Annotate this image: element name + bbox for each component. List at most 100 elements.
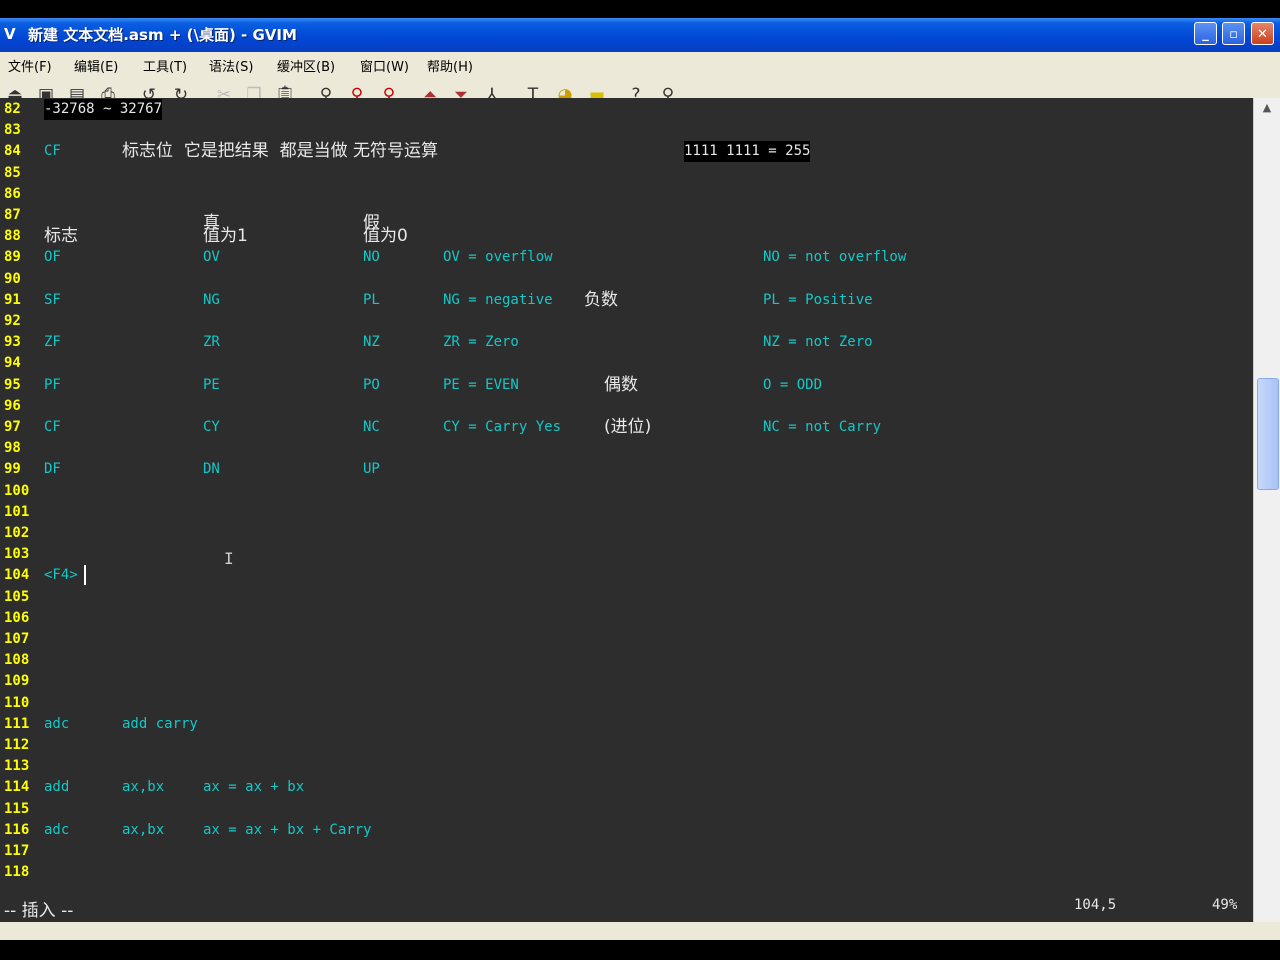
- editor-line[interactable]: 89 OF OV NO OV = overflow NO = not overflow: [0, 247, 1253, 268]
- code-text: ax = ax + bx: [203, 779, 305, 796]
- line-number: 92: [4, 313, 21, 329]
- line-number: 98: [4, 440, 21, 457]
- screen-top-band: [0, 0, 1280, 18]
- code-text: 偶数: [604, 374, 638, 395]
- editor-line[interactable]: 88 标志 值为1 值为0: [0, 226, 1253, 247]
- editor-line[interactable]: 98: [0, 438, 1253, 459]
- line-number: 95: [4, 376, 21, 393]
- editor-line[interactable]: 106: [0, 608, 1253, 629]
- editor-line[interactable]: 111 adc add carry: [0, 714, 1253, 735]
- line-number: 117: [4, 843, 30, 859]
- menu-buffers[interactable]: 缓冲区(B): [277, 56, 335, 75]
- editor-line[interactable]: 87 真假: [0, 205, 1253, 233]
- editor-line[interactable]: 108: [0, 650, 1253, 671]
- editor-line[interactable]: 115: [0, 799, 1253, 820]
- line-number: 116: [4, 821, 30, 838]
- editor-line[interactable]: 99 DF DN UP: [0, 459, 1253, 480]
- editor-line[interactable]: 101: [0, 502, 1253, 523]
- editor-line[interactable]: 113: [0, 756, 1253, 777]
- close-button[interactable]: ✕: [1251, 22, 1274, 45]
- status-line: -- 插入 -- 104,5 49%: [0, 891, 1253, 922]
- line-number: 97: [4, 419, 21, 435]
- maximize-button[interactable]: ▫: [1222, 22, 1245, 45]
- scroll-up-icon[interactable]: ▲: [1254, 98, 1280, 118]
- menu-edit[interactable]: 编辑(E): [74, 56, 118, 75]
- cursor-position: 104,5: [1074, 897, 1117, 913]
- editor-line[interactable]: 104 <F4>: [0, 565, 1253, 586]
- line-number: 110: [4, 694, 30, 711]
- line-number: 96: [4, 397, 21, 414]
- editor-line[interactable]: 92: [0, 311, 1253, 332]
- mouse-ibeam-icon: I: [224, 549, 234, 568]
- line-number: 102: [4, 525, 30, 541]
- line-number: 86: [4, 185, 21, 202]
- editor-line[interactable]: 109: [0, 671, 1253, 692]
- editor-line[interactable]: 107: [0, 629, 1253, 650]
- line-number: 94: [4, 355, 21, 372]
- minimize-button[interactable]: _: [1194, 22, 1217, 45]
- code-text: 值为0: [363, 226, 408, 247]
- code-text: NG: [203, 291, 220, 308]
- editor-line[interactable]: 116 adc ax,bx ax = ax + bx + Carry: [0, 820, 1253, 841]
- line-number: 87: [4, 207, 21, 223]
- code-text: NO: [363, 249, 380, 266]
- editor-line[interactable]: 84 CF 标志位 它是把结果 都是当做 无符号运算 1111 1111 = 255: [0, 141, 1253, 163]
- editor-line[interactable]: 86: [0, 184, 1253, 205]
- line-number: 103: [4, 546, 30, 563]
- code-text: <F4>: [44, 567, 78, 584]
- title-bar[interactable]: V 新建 文本文档.asm + (\桌面) - GVIM _ ▫ ✕: [0, 18, 1280, 52]
- code-text: NO = not overflow: [763, 249, 907, 266]
- scroll-percent: 49%: [1212, 897, 1238, 913]
- menu-help[interactable]: 帮助(H): [427, 56, 473, 75]
- menu-window[interactable]: 窗口(W): [360, 56, 409, 75]
- editor-line[interactable]: 90: [0, 269, 1253, 290]
- editor-line[interactable]: 118: [0, 862, 1253, 883]
- editor-line[interactable]: 85: [0, 163, 1253, 184]
- code-text: DF: [44, 461, 61, 478]
- editor-line[interactable]: 105: [0, 587, 1253, 608]
- code-text: adc: [44, 715, 70, 732]
- code-text: 标志位 它是把结果 都是当做 无符号运算: [122, 141, 439, 162]
- menu-bar: 文件(F) 编辑(E) 工具(T) 语法(S) 缓冲区(B) 窗口(W) 帮助(…: [0, 52, 1280, 76]
- editor-line[interactable]: 97 CF CY NC CY = Carry Yes (进位) NC = not Carry: [0, 417, 1253, 438]
- editor-line[interactable]: 114 add ax,bx ax = ax + bx: [0, 777, 1253, 798]
- editor-line[interactable]: 82 -32768 ~ 32767: [0, 99, 1253, 120]
- scroll-thumb[interactable]: [1257, 378, 1279, 490]
- editor-line[interactable]: 93 ZF ZR NZ ZR = Zero NZ = not Zero: [0, 332, 1253, 353]
- menu-tools[interactable]: 工具(T): [143, 56, 187, 75]
- editor-area[interactable]: 82 -32768 ~ 32767 83 84 CF 标志位 它是把结果 都是当做 无符号…: [0, 98, 1253, 891]
- editor-line[interactable]: 112: [0, 735, 1253, 756]
- code-text: PL = Positive: [763, 291, 873, 308]
- editor-line[interactable]: 95 PF PE PO PE = EVEN 偶数 O = ODD: [0, 375, 1253, 396]
- code-text: NC = not Carry: [763, 419, 882, 435]
- menu-syntax[interactable]: 语法(S): [209, 56, 253, 75]
- line-number: 101: [4, 503, 30, 520]
- menu-file[interactable]: 文件(F): [8, 56, 52, 75]
- editor-line[interactable]: 110: [0, 693, 1253, 714]
- code-text: NZ: [363, 334, 380, 351]
- editor-line[interactable]: 91 SF NG PL NG = negative 负数 PL = Positive: [0, 290, 1253, 311]
- vim-icon[interactable]: V: [4, 25, 24, 45]
- line-number: 82: [4, 101, 21, 117]
- code-text: ax,bx: [122, 779, 165, 796]
- editor-line[interactable]: 117: [0, 841, 1253, 862]
- code-text: CF: [44, 143, 61, 160]
- code-text: ZR = Zero: [443, 334, 519, 351]
- vertical-scrollbar[interactable]: ▲: [1253, 98, 1280, 922]
- editor-line[interactable]: 102: [0, 523, 1253, 544]
- editor-line[interactable]: 94: [0, 353, 1253, 374]
- line-number: 99: [4, 461, 21, 478]
- code-text: PO: [363, 376, 380, 393]
- code-text: SF: [44, 291, 61, 308]
- code-text: ZR: [203, 334, 220, 351]
- text-cursor: [84, 565, 86, 586]
- code-text: -32768 ~ 32767: [44, 99, 163, 120]
- line-number: 115: [4, 800, 30, 817]
- editor-line[interactable]: 96: [0, 396, 1253, 417]
- code-text: OF: [44, 249, 61, 266]
- code-text: UP: [363, 461, 380, 478]
- line-number: 108: [4, 652, 30, 669]
- editor-line[interactable]: 83: [0, 120, 1253, 141]
- editor-line[interactable]: 100: [0, 481, 1253, 502]
- editor-line[interactable]: 103: [0, 544, 1253, 565]
